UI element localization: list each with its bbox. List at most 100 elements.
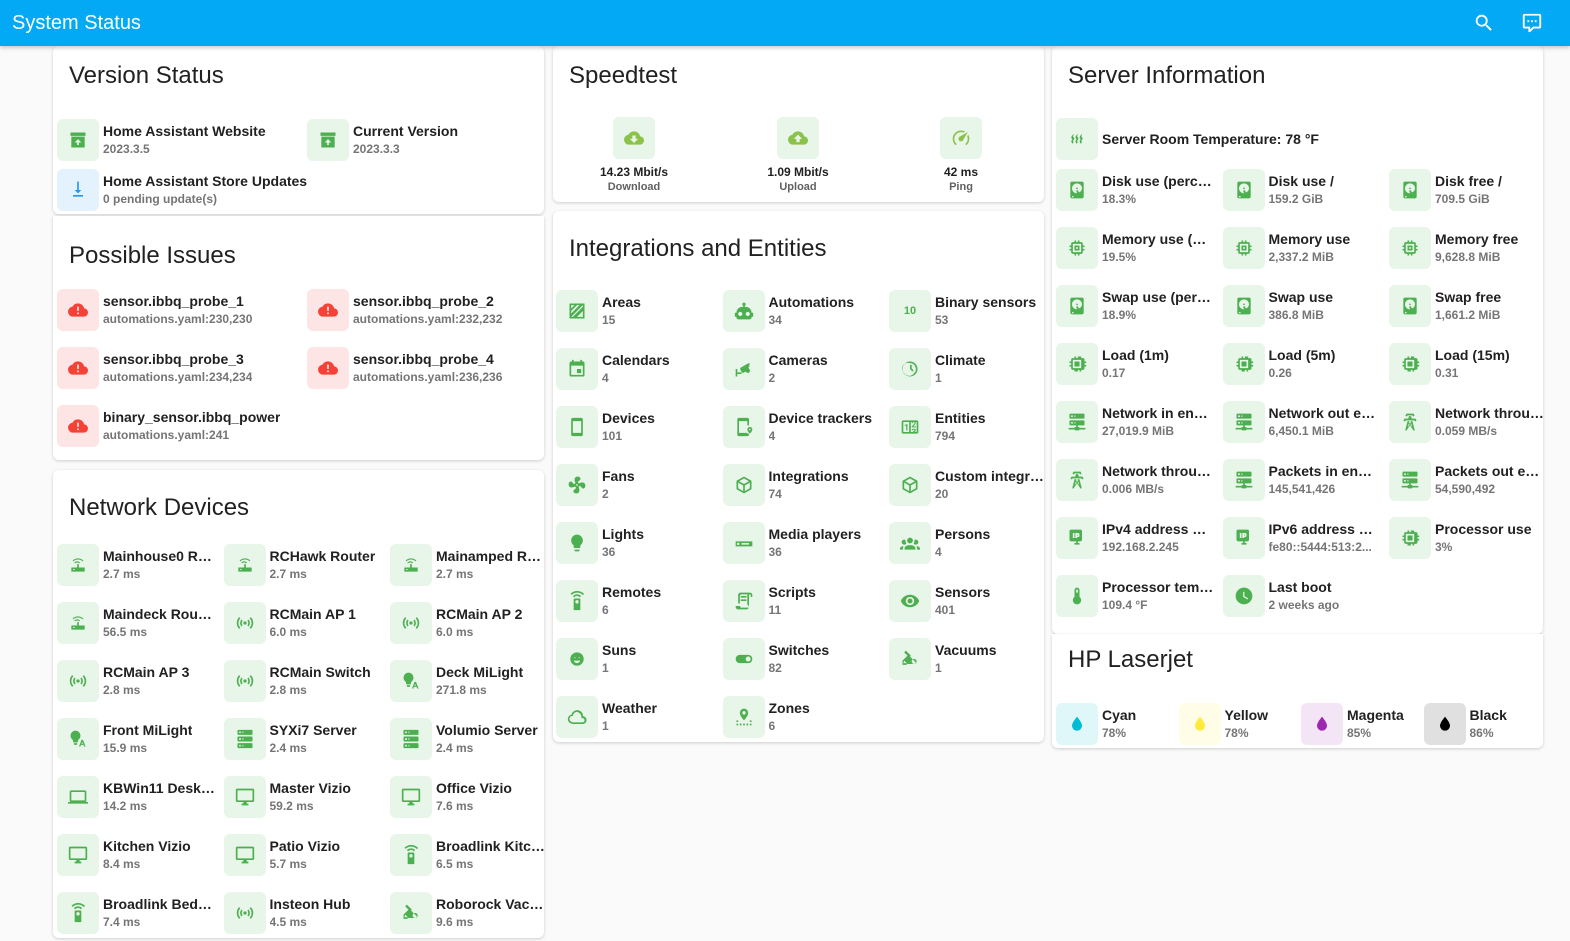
calendar-icon xyxy=(556,348,598,390)
integration-item[interactable]: Scripts 11 xyxy=(722,579,881,623)
server-sensor[interactable]: Load (5m) 0.26 xyxy=(1222,342,1381,386)
server-sensor[interactable]: Disk use / 159.2 GiB xyxy=(1222,168,1381,212)
network-device[interactable]: Mainamped Router 2.7 ms xyxy=(390,543,544,587)
integration-item[interactable]: Integrations 74 xyxy=(722,463,881,507)
network-device[interactable]: Patio Vizio 5.7 ms xyxy=(223,833,382,877)
server-room-temperature[interactable]: Server Room Temperature: 78 °F xyxy=(1056,117,1536,161)
integration-item[interactable]: Switches 82 xyxy=(722,637,881,681)
network-device[interactable]: SYXi7 Server 2.4 ms xyxy=(223,717,382,761)
server-sensor[interactable]: Swap use (percent) 18.9% xyxy=(1056,284,1214,328)
network-device[interactable]: Broadlink Bedroom 7.4 ms xyxy=(57,891,215,935)
network-device[interactable]: Deck MiLight 271.8 ms xyxy=(390,659,544,703)
integration-item[interactable]: Cameras 2 xyxy=(722,347,881,391)
network-device[interactable]: RCMain AP 3 2.8 ms xyxy=(57,659,215,703)
ink-level-magenta[interactable]: Magenta 85% xyxy=(1301,702,1417,746)
issue-item[interactable]: sensor.ibbq_probe_1 automations.yaml:230,… xyxy=(57,288,299,332)
entity-state: 74 xyxy=(768,487,782,501)
version-item[interactable]: Current Version 2023.3.3 xyxy=(307,118,539,162)
network-device[interactable]: Mainhouse0 Router 2.7 ms xyxy=(57,543,215,587)
entity-name: sensor.ibbq_probe_2 xyxy=(353,293,494,309)
integration-item[interactable]: Vacuums 1 xyxy=(889,637,1044,681)
integration-item[interactable]: Suns 1 xyxy=(556,637,714,681)
integration-item[interactable]: Devices 101 xyxy=(556,405,714,449)
server-sensor[interactable]: Swap free 1,661.2 MiB xyxy=(1389,284,1543,328)
network-device[interactable]: Master Vizio 59.2 ms xyxy=(223,775,382,819)
network-device[interactable]: Broadlink Kitchen 6.5 ms xyxy=(390,833,544,877)
entity-name: Front MiLight xyxy=(103,722,193,738)
issue-item[interactable]: sensor.ibbq_probe_4 automations.yaml:236,… xyxy=(307,346,544,390)
server-sensor[interactable]: Disk use (percent) 18.3% xyxy=(1056,168,1214,212)
network-device[interactable]: KBWin11 Desktop 14.2 ms xyxy=(57,775,215,819)
integration-item[interactable]: Device trackers 4 xyxy=(722,405,881,449)
speedtest-upload[interactable]: 1.09 Mbit/s Upload xyxy=(738,117,858,193)
integration-item[interactable]: Custom integrations 20 xyxy=(889,463,1044,507)
integration-item[interactable]: Lights 36 xyxy=(556,521,714,565)
network-device[interactable]: Insteon Hub 4.5 ms xyxy=(223,891,382,935)
server-sensor[interactable]: IPv6 address enp1s0fe80::5444:513:2... xyxy=(1222,516,1381,560)
server-sensor[interactable]: Memory use (percent) 19.5% xyxy=(1056,226,1214,270)
server-sensor[interactable]: Network throughput out 0.006 MB/s xyxy=(1056,458,1214,502)
network-device[interactable]: RCMain AP 1 6.0 ms xyxy=(223,601,382,645)
issue-item[interactable]: sensor.ibbq_probe_2 automations.yaml:232,… xyxy=(307,288,544,332)
server-sensor[interactable]: Packets out enp1s0 54,590,492 xyxy=(1389,458,1543,502)
integration-item[interactable]: Areas 15 xyxy=(556,289,714,333)
server-sensor[interactable]: IPv4 address enp1s0 192.168.2.245 xyxy=(1056,516,1214,560)
server-sensor[interactable]: Load (15m) 0.31 xyxy=(1389,342,1543,386)
ink-level-cyan[interactable]: Cyan 78% xyxy=(1056,702,1172,746)
server-sensor[interactable]: Network out enp1s0 6,450.1 MiB xyxy=(1222,400,1381,444)
network-device[interactable]: RCMain Switch 2.8 ms xyxy=(223,659,382,703)
network-device[interactable]: Roborock Vacuum 9.6 ms xyxy=(390,891,544,935)
entity-name: Disk free / xyxy=(1435,173,1502,189)
network-device[interactable]: RCMain AP 2 6.0 ms xyxy=(390,601,544,645)
integration-item[interactable]: Fans 2 xyxy=(556,463,714,507)
network-device[interactable]: Kitchen Vizio 8.4 ms xyxy=(57,833,215,877)
integration-item[interactable]: Remotes 6 xyxy=(556,579,714,623)
server-sensor[interactable]: Packets in enp1s0 145,541,426 xyxy=(1222,458,1381,502)
network-device[interactable]: Maindeck Router 56.5 ms xyxy=(57,601,215,645)
server-sensor[interactable]: Last boot 2 weeks ago xyxy=(1222,574,1381,618)
network-device[interactable]: Front MiLight 15.9 ms xyxy=(57,717,215,761)
server-sensor[interactable]: Load (1m) 0.17 xyxy=(1056,342,1214,386)
entity-name: Current Version xyxy=(353,123,459,139)
issue-item[interactable]: binary_sensor.ibbq_power automations.yaml… xyxy=(57,404,537,448)
water-icon xyxy=(1423,703,1466,745)
integration-item[interactable]: 10 Binary sensors 53 xyxy=(889,289,1044,333)
assist-button[interactable] xyxy=(1508,0,1556,46)
issue-item[interactable]: sensor.ibbq_probe_3 automations.yaml:234,… xyxy=(57,346,299,390)
card-title: HP Laserjet xyxy=(1068,646,1193,673)
entity-name: Automations xyxy=(768,294,855,310)
server-sensor[interactable]: Processor use 3% xyxy=(1389,516,1543,560)
version-item[interactable]: Home Assistant Website 2023.3.5 xyxy=(57,118,299,162)
network-device[interactable]: RCHawk Router 2.7 ms xyxy=(223,543,382,587)
integration-item[interactable]: Zones 6 xyxy=(722,695,881,739)
integration-item[interactable]: Climate 1 xyxy=(889,347,1044,391)
remote-icon xyxy=(556,580,598,622)
server-sensor[interactable]: Memory free 9,628.8 MiB xyxy=(1389,226,1543,270)
server-sensor[interactable]: Disk free / 709.5 GiB xyxy=(1389,168,1543,212)
integration-item[interactable]: Automations 34 xyxy=(722,289,881,333)
entity-state: 27,019.9 MiB xyxy=(1102,424,1175,438)
network-device[interactable]: Office Vizio 7.6 ms xyxy=(390,775,544,819)
version-item[interactable]: Home Assistant Store Updates 0 pending up… xyxy=(57,168,537,212)
integration-item[interactable]: Entities 794 xyxy=(889,405,1044,449)
integration-item[interactable]: Sensors 401 xyxy=(889,579,1044,623)
integration-item[interactable]: Media players 36 xyxy=(722,521,881,565)
integration-item[interactable]: Calendars 4 xyxy=(556,347,714,391)
network-device[interactable]: Volumio Server 2.4 ms xyxy=(390,717,544,761)
server-sensor[interactable]: Network in enp1s0 27,019.9 MiB xyxy=(1056,400,1214,444)
search-button[interactable] xyxy=(1460,0,1508,46)
entity-state: 5.7 ms xyxy=(269,857,307,871)
server-sensor[interactable]: Memory use 2,337.2 MiB xyxy=(1222,226,1381,270)
speedtest-download[interactable]: 14.23 Mbit/s Download xyxy=(574,117,694,193)
ink-level-black[interactable]: Black 86% xyxy=(1423,702,1540,746)
server-sensor[interactable]: Processor temperature 109.4 °F xyxy=(1056,574,1214,618)
speedtest-ping[interactable]: 42 ms Ping xyxy=(901,117,1021,193)
cellphone-icon xyxy=(556,406,598,448)
integration-item[interactable]: Persons 4 xyxy=(889,521,1044,565)
server-sensor[interactable]: Swap use 386.8 MiB xyxy=(1222,284,1381,328)
integration-item[interactable]: Weather 1 xyxy=(556,695,714,739)
server-sensor[interactable]: Network throughput in 0.059 MB/s xyxy=(1389,400,1543,444)
entity-state: 2.8 ms xyxy=(269,683,307,697)
ink-level-yellow[interactable]: Yellow 78% xyxy=(1178,702,1295,746)
harddisk-icon xyxy=(1389,285,1431,327)
